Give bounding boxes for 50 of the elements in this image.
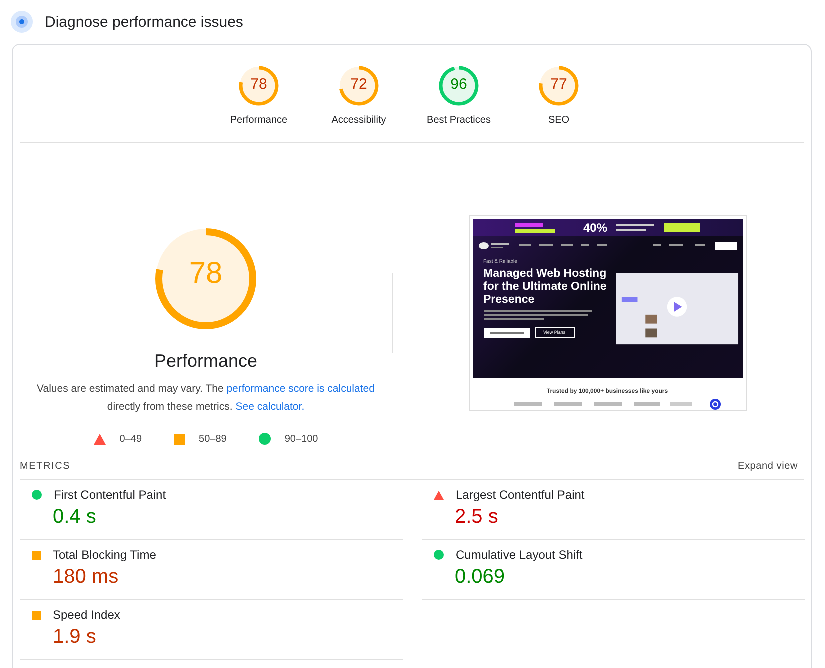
category-label: Performance xyxy=(230,115,288,126)
triangle-icon xyxy=(94,434,106,444)
score-value: 78 xyxy=(250,76,268,93)
metrics-heading: METRICS xyxy=(20,460,71,472)
metric-value: 1.9 s xyxy=(53,626,98,649)
square-icon xyxy=(32,610,41,620)
score-gauge[interactable] xyxy=(538,65,580,107)
circle-icon xyxy=(32,490,42,500)
metric-value: 0.069 xyxy=(455,566,506,589)
promo-percent: 40% xyxy=(583,220,608,234)
triangle-icon xyxy=(434,490,444,500)
offer-pill xyxy=(484,328,530,338)
metric-value: 2.5 s xyxy=(455,506,500,529)
metric-label: Total Blocking Time xyxy=(53,548,156,562)
upgrade-pill xyxy=(664,223,700,232)
metric-value: 0.4 s xyxy=(53,506,98,529)
legend-label: 0–49 xyxy=(120,434,142,444)
legend-label: 90–100 xyxy=(284,434,318,444)
square-icon xyxy=(32,550,41,560)
category-label: SEO xyxy=(548,115,570,126)
section-title: Diagnose performance issues xyxy=(45,14,244,30)
score-gauge[interactable] xyxy=(438,65,480,107)
circle-icon xyxy=(434,550,444,560)
description-text: Values are estimated and may vary. The performance score is calculated directly from these metrics. See calculator. xyxy=(36,382,376,415)
radar-icon xyxy=(11,11,33,33)
score-gauge[interactable] xyxy=(238,65,280,107)
logo-icon xyxy=(478,241,508,250)
score-value: 72 xyxy=(350,76,368,93)
metric-value: 180 ms xyxy=(53,566,120,589)
score-link[interactable]: performance score is calculated xyxy=(226,383,375,395)
score-value: 78 xyxy=(188,257,224,291)
score-gauge[interactable] xyxy=(338,65,380,107)
square-icon xyxy=(174,434,186,444)
nav-links-drawing xyxy=(652,244,704,248)
metric-label: Largest Contentful Paint xyxy=(456,488,585,502)
start-pill xyxy=(714,242,736,250)
category-label: Accessibility xyxy=(332,115,386,126)
gauge-label: Performance xyxy=(154,351,258,372)
calculator-link[interactable]: See calculator. xyxy=(236,401,305,413)
score-value: 96 xyxy=(450,76,468,93)
headline: Managed Web Hosting for the Ultimate Online Presence xyxy=(484,268,608,307)
metric-label: First Contentful Paint xyxy=(54,488,166,502)
circle-icon xyxy=(258,433,271,445)
promo-text-graphic xyxy=(616,222,656,232)
metric-label: Speed Index xyxy=(53,608,120,622)
score-value: 77 xyxy=(550,76,568,93)
category-label: Best Practices xyxy=(427,115,491,126)
metric-label: Cumulative Layout Shift xyxy=(456,548,583,562)
legend-label: 50–89 xyxy=(199,434,227,444)
expand-view-button[interactable]: Expand view xyxy=(738,460,804,472)
